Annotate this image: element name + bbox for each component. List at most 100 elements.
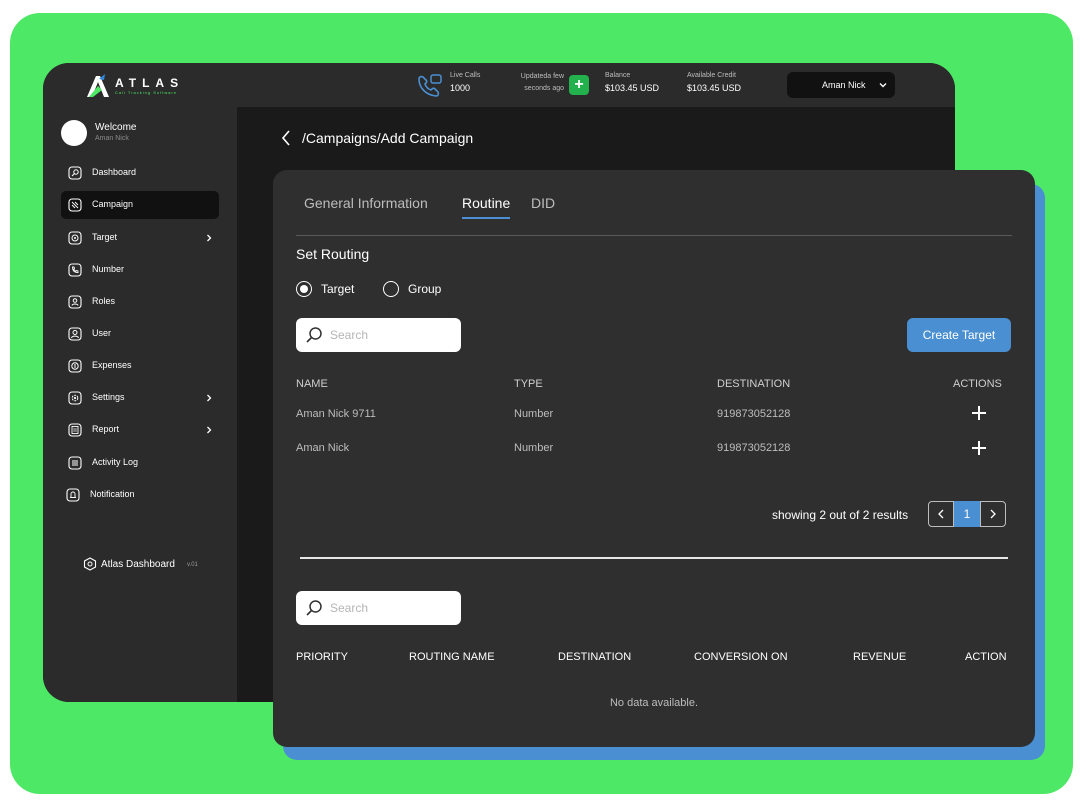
sidebar-item-user[interactable]: User xyxy=(61,320,219,348)
expenses-icon xyxy=(68,359,82,373)
cell-name: Aman Nick xyxy=(296,442,350,454)
chevron-right-icon xyxy=(990,509,996,519)
sidebar-item-expenses[interactable]: Expenses xyxy=(61,352,219,380)
sidebar-item-report[interactable]: Report xyxy=(61,416,219,444)
column-header-conversion-on[interactable]: CONVERSION ON xyxy=(694,651,788,663)
target-search-input[interactable] xyxy=(330,326,450,344)
cell-destination: 919873052128 xyxy=(717,408,791,420)
radio-target[interactable]: Target xyxy=(296,280,366,298)
column-header-revenue[interactable]: REVENUE xyxy=(853,651,906,663)
tab-routine[interactable]: Routine xyxy=(462,195,511,219)
radio-group[interactable]: Group xyxy=(383,280,453,298)
sidebar-item-activity-log[interactable]: Activity Log xyxy=(61,449,219,477)
report-icon xyxy=(68,423,82,437)
tab-did[interactable]: DID xyxy=(531,195,555,219)
sidebar-item-label: Dashboard xyxy=(92,167,137,177)
refresh-plus-button[interactable]: + xyxy=(569,75,589,95)
avatar[interactable] xyxy=(61,120,87,146)
search-icon xyxy=(306,600,322,616)
user-icon xyxy=(68,327,82,341)
chevron-left-icon xyxy=(938,509,944,519)
radio-selected-dot xyxy=(300,285,308,293)
column-header-actions[interactable]: ACTIONS xyxy=(953,378,1002,390)
back-arrow-icon[interactable] xyxy=(280,129,292,147)
chevron-down-icon xyxy=(879,83,887,88)
credit-value: $103.45 USD xyxy=(687,83,742,93)
dashboard-icon xyxy=(68,166,82,180)
hexagon-logo-icon xyxy=(83,557,97,571)
chevron-right-icon xyxy=(207,426,212,434)
balance-label: Balance xyxy=(605,72,631,79)
updated-line-2: seconds ago xyxy=(524,85,564,92)
column-header-action[interactable]: ACTION xyxy=(965,651,1007,663)
welcome-user: Aman Nick xyxy=(95,135,129,142)
column-header-routing-name[interactable]: ROUTING NAME xyxy=(409,651,495,663)
sidebar-item-label: Settings xyxy=(92,392,125,402)
sidebar-item-notification[interactable]: Notification xyxy=(61,481,219,509)
column-header-priority[interactable]: PRIORITY xyxy=(296,651,348,663)
add-row-plus-icon[interactable] xyxy=(971,440,987,456)
pagination-summary: showing 2 out of 2 results xyxy=(772,508,909,522)
sidebar-footer: Atlas Dashboard v.01 xyxy=(83,557,213,573)
section-title: Set Routing xyxy=(296,246,370,262)
bell-icon xyxy=(66,488,80,502)
previous-page-button[interactable] xyxy=(928,501,954,527)
sidebar-item-settings[interactable]: Settings xyxy=(61,384,219,412)
sidebar-item-label: Report xyxy=(92,424,120,434)
balance-value: $103.45 USD xyxy=(605,83,660,93)
column-header-name[interactable]: NAME xyxy=(296,378,328,390)
target-search[interactable] xyxy=(296,318,461,352)
sidebar-item-label: Target xyxy=(92,232,118,242)
sidebar-item-dashboard[interactable]: Dashboard xyxy=(61,159,219,187)
footer-label: Atlas Dashboard xyxy=(101,559,175,570)
credit-label: Available Credit xyxy=(687,72,736,79)
sidebar-item-target[interactable]: Target xyxy=(61,224,219,252)
sidebar-item-roles[interactable]: Roles xyxy=(61,288,219,316)
logo-text: ATLAS xyxy=(115,76,185,90)
atlas-logo-icon xyxy=(87,74,109,97)
live-calls-label: Live Calls xyxy=(450,72,481,79)
atlas-logo[interactable]: ATLAS Call Tracking Software xyxy=(85,73,195,99)
routing-search-input[interactable] xyxy=(330,599,450,617)
welcome-title: Welcome xyxy=(95,122,137,133)
available-credit: Available Credit $103.45 USD xyxy=(687,71,741,95)
target-icon xyxy=(68,231,82,245)
create-target-button[interactable]: Create Target xyxy=(907,318,1011,352)
sidebar-item-label: Expenses xyxy=(92,360,132,370)
next-page-button[interactable] xyxy=(980,501,1006,527)
section-divider xyxy=(300,557,1008,559)
tabs-divider xyxy=(296,235,1012,236)
sidebar-item-label: User xyxy=(92,328,112,338)
user-menu-button[interactable]: Aman Nick xyxy=(787,72,895,98)
cell-destination: 919873052128 xyxy=(717,442,791,454)
cell-name: Aman Nick 9711 xyxy=(296,408,376,420)
live-calls: Live Calls 1000 xyxy=(450,71,480,95)
sidebar-item-number[interactable]: Number xyxy=(61,256,219,284)
cell-type: Number xyxy=(514,442,554,454)
chevron-right-icon xyxy=(207,234,212,242)
sidebar: Welcome Aman Nick Dashboard Campaign Tar… xyxy=(43,107,237,702)
sidebar-item-campaign[interactable]: Campaign xyxy=(61,191,219,219)
live-calls-icon xyxy=(418,74,442,97)
user-menu-name: Aman Nick xyxy=(822,80,866,90)
sidebar-item-label: Roles xyxy=(92,296,116,306)
live-calls-value: 1000 xyxy=(450,83,471,93)
add-row-plus-icon[interactable] xyxy=(971,405,987,421)
radio-label: Target xyxy=(321,282,355,296)
column-header-type[interactable]: TYPE xyxy=(514,378,543,390)
routing-search[interactable] xyxy=(296,591,461,625)
sidebar-item-label: Notification xyxy=(90,489,135,499)
column-header-destination[interactable]: DESTINATION xyxy=(717,378,790,390)
page-number-button[interactable]: 1 xyxy=(954,501,980,527)
breadcrumb-path[interactable]: /Campaigns/Add Campaign xyxy=(302,130,473,146)
sidebar-item-label: Number xyxy=(92,264,125,274)
roles-icon xyxy=(68,295,82,309)
empty-table-message: No data available. xyxy=(609,697,699,709)
column-header-destination[interactable]: DESTINATION xyxy=(558,651,631,663)
tab-general-information[interactable]: General Information xyxy=(304,195,428,219)
footer-version: v.01 xyxy=(187,562,198,568)
phone-icon xyxy=(68,263,82,277)
campaign-icon xyxy=(68,198,82,212)
chevron-right-icon xyxy=(207,394,212,402)
updated-line-1: Updateda few xyxy=(520,73,564,80)
